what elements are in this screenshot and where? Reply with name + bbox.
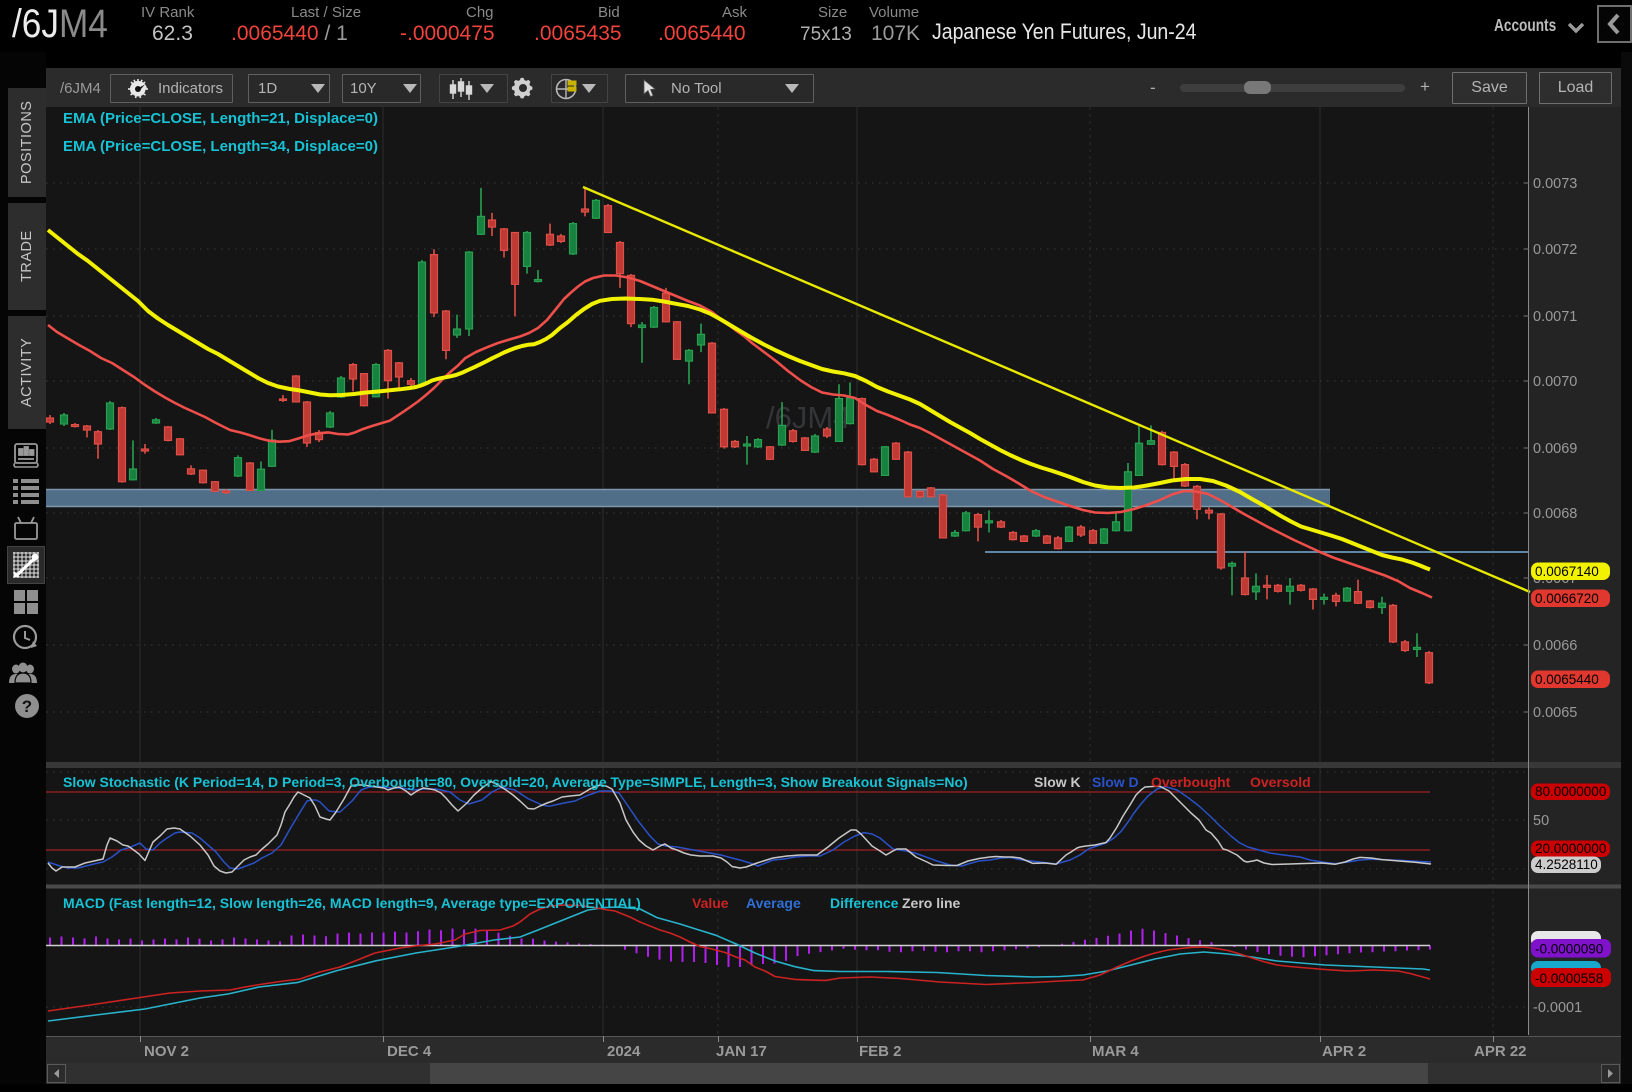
svg-text:-0.0000090: -0.0000090 (1535, 942, 1603, 957)
svg-text:0.0065: 0.0065 (1533, 705, 1577, 721)
svg-text:50: 50 (1533, 813, 1549, 829)
svg-text:?: ? (22, 697, 32, 716)
svg-text:80.0000000: 80.0000000 (1535, 784, 1606, 799)
svg-text:20.0000000: 20.0000000 (1535, 841, 1606, 856)
svg-text:-0.0001: -0.0001 (1533, 1000, 1582, 1016)
svg-text:0.0070: 0.0070 (1533, 374, 1577, 390)
svg-text:0.0071: 0.0071 (1533, 309, 1577, 325)
svg-text:0.0066720: 0.0066720 (1535, 591, 1599, 606)
svg-text:0.0066: 0.0066 (1533, 638, 1577, 654)
svg-text:0.0067140: 0.0067140 (1535, 564, 1599, 579)
svg-text:4.2528110: 4.2528110 (1535, 857, 1598, 872)
svg-text:0.0065440: 0.0065440 (1535, 672, 1599, 687)
svg-text:0.0069: 0.0069 (1533, 441, 1577, 457)
svg-text:0.0072: 0.0072 (1533, 242, 1577, 258)
svg-text:0.0073: 0.0073 (1533, 176, 1577, 192)
svg-text:-0.0000558: -0.0000558 (1535, 971, 1603, 986)
svg-text:0.0068: 0.0068 (1533, 506, 1577, 522)
